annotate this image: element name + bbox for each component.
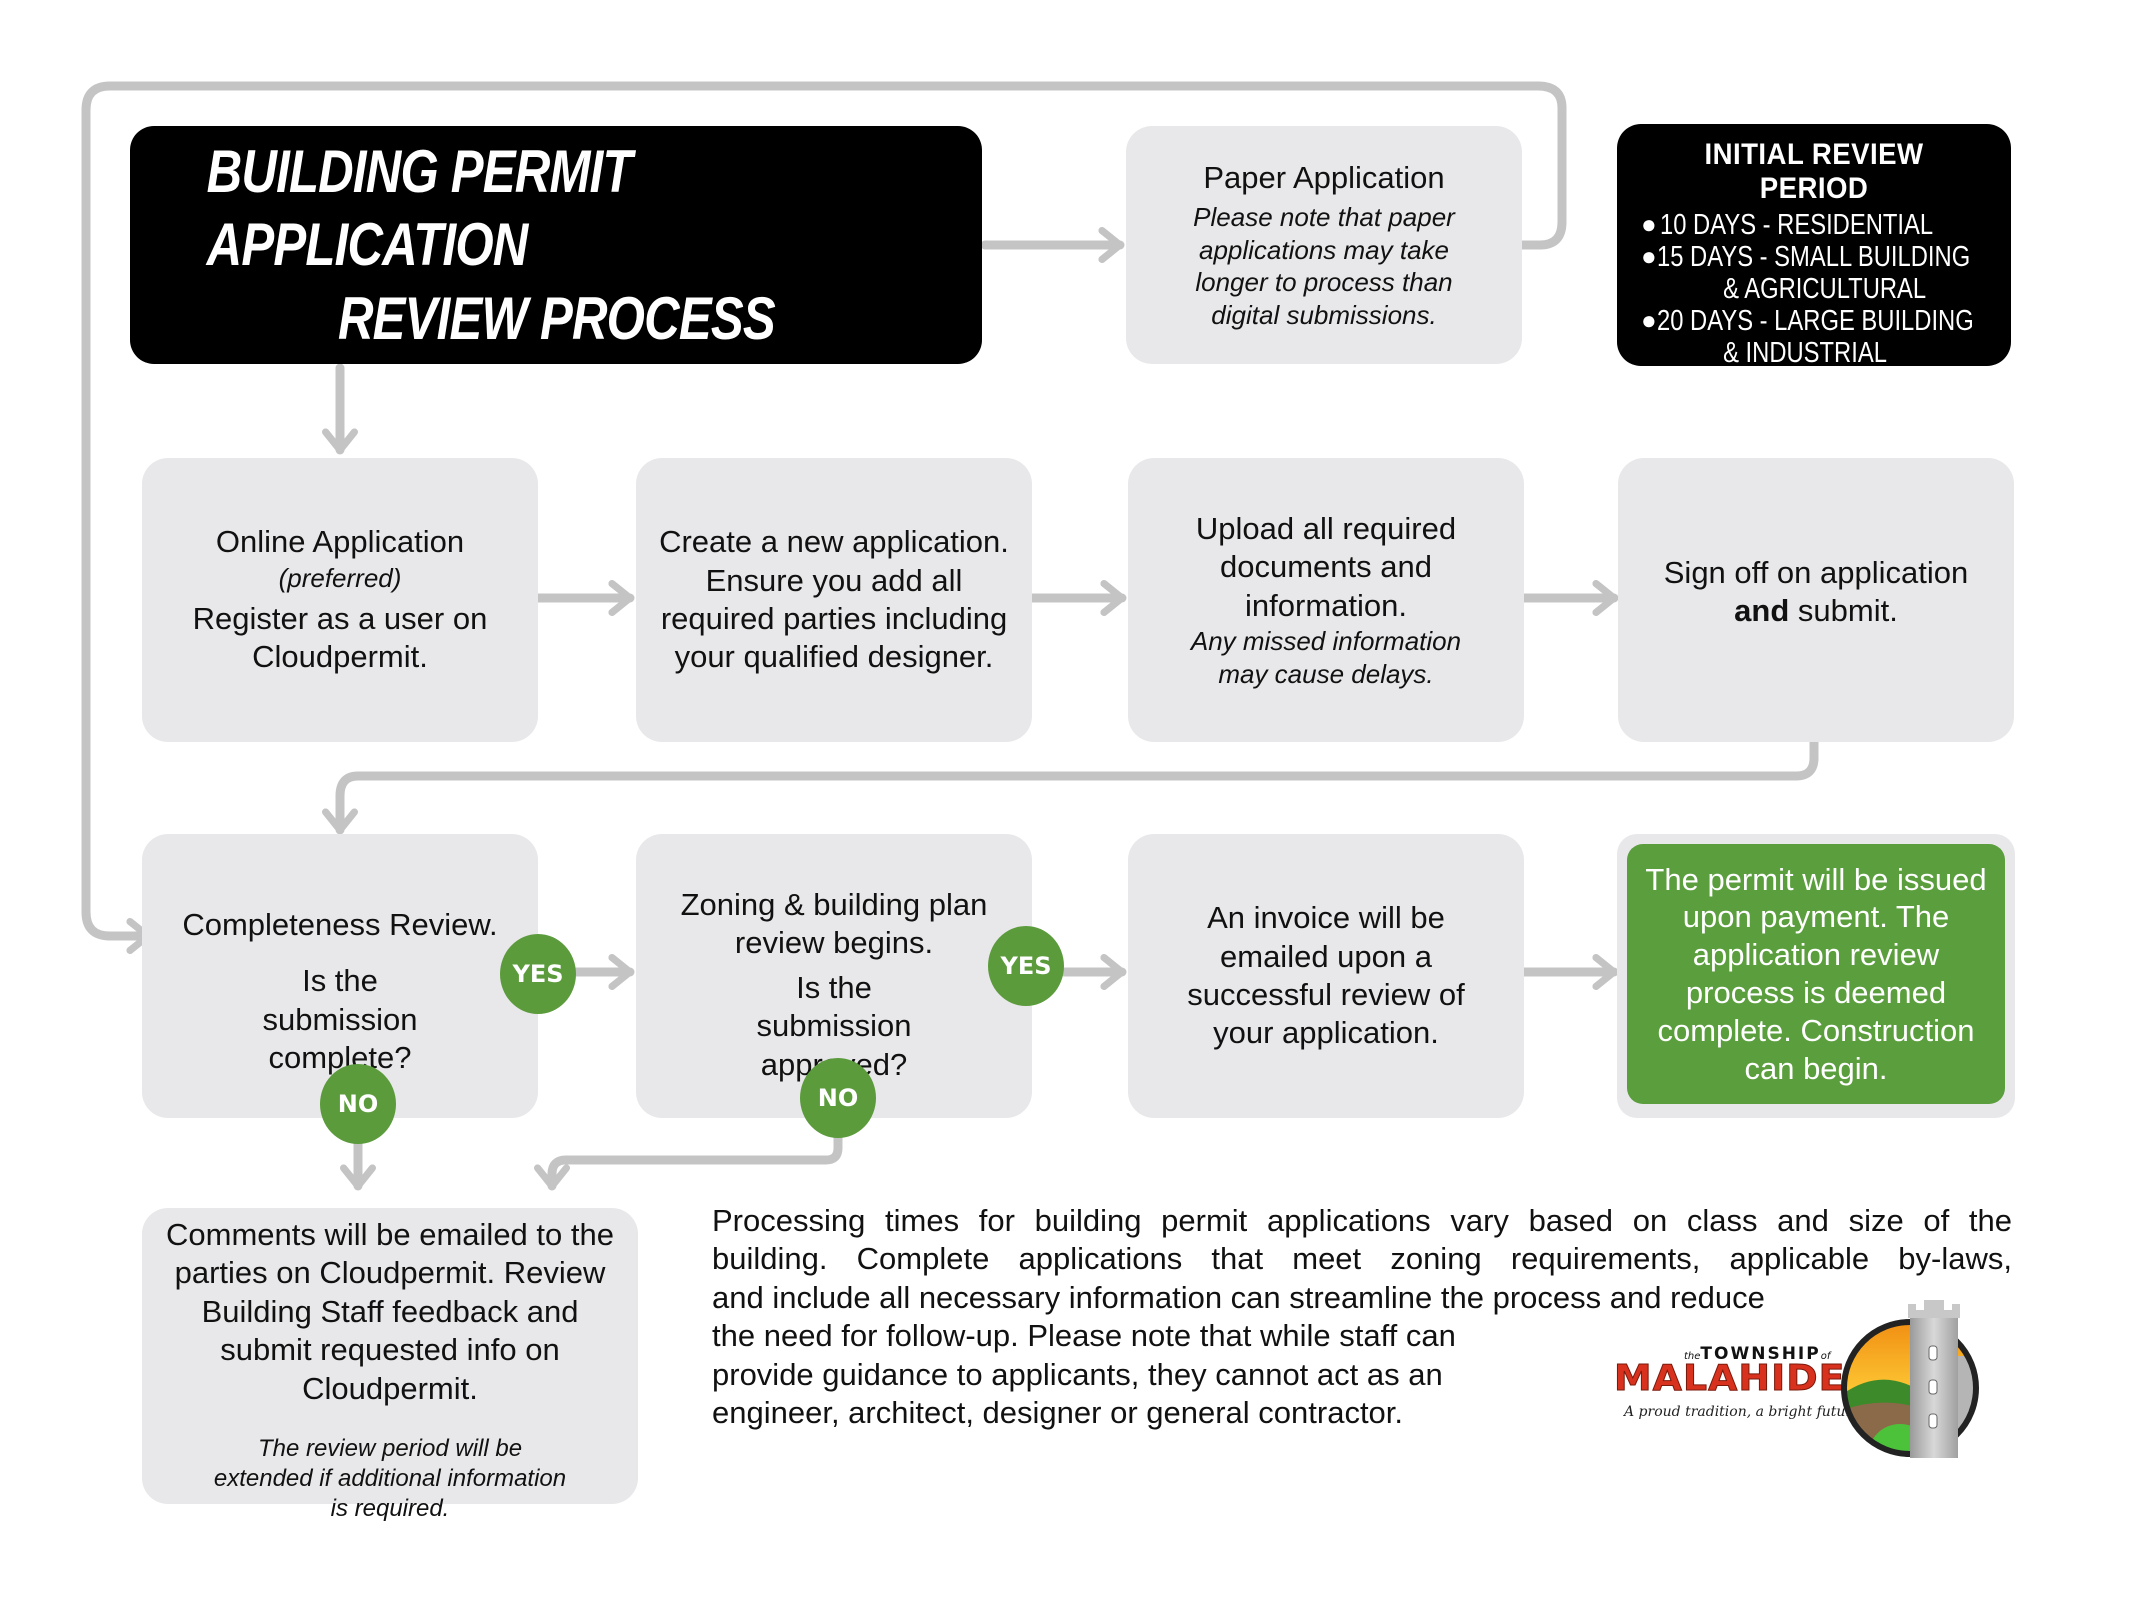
arrow-signoff-to-completeness — [322, 737, 1819, 835]
online-application-body: Register as a user on Cloudpermit. — [192, 601, 488, 675]
paper-application-heading: Paper Application — [1203, 159, 1445, 195]
initial-review-period-heading: INITIAL REVIEW PERIOD — [1704, 138, 1924, 205]
online-application-box: Online Application (preferred) Register … — [142, 458, 538, 742]
logo-tagline: A proud tradition, a bright future. — [1624, 1404, 1865, 1420]
comments-box: Comments will be emailed to the parties … — [142, 1208, 638, 1522]
create-application-box: Create a new application. Ensure you add… — [636, 458, 1032, 742]
initial-review-period-box: INITIAL REVIEW PERIOD ● 10 DAYS - RESIDE… — [1617, 124, 2011, 368]
permit-issued-body: The permit will be issued upon payment. … — [1627, 844, 2005, 1104]
create-application-body: Create a new application. Ensure you add… — [659, 524, 1009, 675]
paper-application-note: Please note that paper applications may … — [1193, 202, 1455, 330]
review-period-item: ● 10 DAYS - RESIDENTIAL — [1635, 209, 1993, 242]
completeness-review-question: Is the submission complete? — [262, 963, 418, 1076]
completeness-review-heading: Completeness Review. — [182, 907, 498, 942]
permit-issued-box: The permit will be issued upon payment. … — [1617, 834, 2015, 1118]
township-logo: theTOWNSHIPof MALAHIDE A proud tradition… — [1612, 1296, 1992, 1466]
page-title: BUILDING PERMIT APPLICATION REVIEW PROCE… — [130, 126, 982, 364]
comments-note: The review period will be extended if ad… — [213, 1435, 567, 1523]
arrow-no2-to-comments — [534, 1131, 843, 1191]
sign-off-box: Sign off on application and submit. — [1618, 458, 2014, 742]
yes-badge-zoning: YES — [988, 926, 1064, 1006]
invoice-body: An invoice will be emailed upon a succes… — [1187, 900, 1465, 1051]
bullet-icon: ● — [1641, 304, 1657, 335]
paper-application-box: Paper Application Please note that paper… — [1126, 126, 1522, 364]
bullet-icon: ● — [1641, 240, 1657, 271]
no-badge-completeness: NO — [320, 1064, 396, 1144]
review-period-item: ● 15 DAYS - SMALL BUILDING & AGRICULTURA… — [1635, 240, 1993, 306]
review-period-item: ● 20 DAYS - LARGE BUILDING & INDUSTRIAL — [1635, 304, 1993, 370]
zoning-review-heading: Zoning & building plan review begins. — [680, 887, 988, 961]
upload-documents-body: Upload all required documents and inform… — [1195, 510, 1457, 623]
sign-off-body: Sign off on application and submit. — [1663, 555, 1969, 629]
upload-documents-note: Any missed information may cause delays. — [1190, 626, 1462, 689]
online-application-heading: Online Application — [215, 524, 465, 560]
online-application-preferred: (preferred) — [278, 562, 402, 593]
no-badge-zoning: NO — [800, 1058, 876, 1138]
upload-documents-box: Upload all required documents and inform… — [1128, 458, 1524, 742]
yes-badge-completeness: YES — [500, 934, 576, 1014]
comments-body: Comments will be emailed to the parties … — [166, 1217, 614, 1406]
castle-tower-emblem-icon — [1841, 1300, 1979, 1458]
invoice-box: An invoice will be emailed upon a succes… — [1128, 834, 1524, 1118]
bullet-icon: ● — [1641, 209, 1657, 239]
page-title-line-1: BUILDING PERMIT APPLICATION — [206, 138, 633, 279]
page-title-line-2: REVIEW PROCESS — [337, 284, 776, 352]
logo-name: MALAHIDE — [1613, 1358, 1846, 1400]
